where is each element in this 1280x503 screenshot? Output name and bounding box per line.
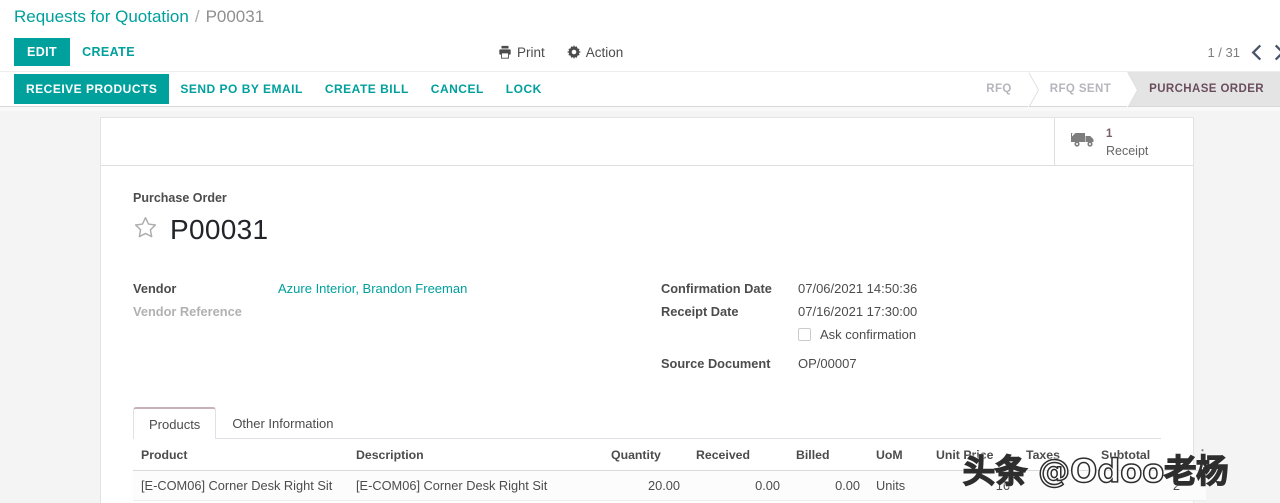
field-groups: Vendor Azure Interior, Brandon Freeman V… <box>133 277 1161 375</box>
field-receipt-date: Receipt Date 07/16/2021 17:30:00 <box>661 300 1161 323</box>
breadcrumb-current: P00031 <box>205 6 265 26</box>
record-type-label: Purchase Order <box>133 191 227 205</box>
field-confirmation-date-label: Confirmation Date <box>661 281 772 296</box>
column-subtotal: Subtotal <box>1093 439 1188 471</box>
edit-button[interactable]: EDIT <box>14 38 71 66</box>
action-menu[interactable]: Action <box>566 44 624 60</box>
control-panel: EDIT CREATE Print Action 1 / 31 <box>0 33 1280 71</box>
lock-button[interactable]: LOCK <box>495 75 553 103</box>
smart-button-box: 1 Receipt <box>101 118 1193 166</box>
column-quantity: Quantity <box>603 439 688 471</box>
ask-confirmation-checkbox[interactable] <box>798 328 811 341</box>
cell-taxes[interactable] <box>1018 470 1093 501</box>
cell-subtotal[interactable]: 2 <box>1093 470 1188 501</box>
order-lines-table: Product Description Quantity Received Bi… <box>133 439 1209 501</box>
field-ask-confirmation: Ask confirmation <box>661 323 1161 346</box>
cell-unit-price[interactable]: 16 <box>928 470 1018 501</box>
field-vendor-label: Vendor <box>133 281 177 296</box>
field-group-right: Confirmation Date 07/06/2021 14:50:36 Re… <box>647 277 1161 375</box>
workflow-stages: RFQ RFQ SENT PURCHASE ORDER <box>964 72 1280 108</box>
form-sheet: 1 Receipt Purchase Order P00031 Vendor A… <box>100 117 1209 503</box>
stage-rfq-sent[interactable]: RFQ SENT <box>1027 72 1139 108</box>
stage-purchase-order[interactable]: PURCHASE ORDER <box>1127 72 1280 106</box>
create-button[interactable]: CREATE <box>70 38 147 66</box>
ask-confirmation-label: Ask confirmation <box>820 327 917 342</box>
cell-billed[interactable]: 0.00 <box>788 470 868 501</box>
cell-options <box>1188 470 1206 501</box>
cell-product[interactable]: [E-COM06] Corner Desk Right Sit <box>133 470 348 501</box>
tab-products[interactable]: Products <box>133 407 217 439</box>
odoo-purchase-order-form: Requests for Quotation / P00031 EDIT CRE… <box>0 0 1280 503</box>
send-po-by-email-button[interactable]: SEND PO BY EMAIL <box>169 75 313 103</box>
control-panel-actions: Print Action <box>498 33 623 71</box>
field-source-document-value: OP/00007 <box>798 356 857 371</box>
field-vendor: Vendor Azure Interior, Brandon Freeman <box>133 277 647 300</box>
printer-icon <box>498 45 512 59</box>
column-billed: Billed <box>788 439 868 471</box>
gear-icon <box>566 45 581 59</box>
truck-icon <box>1071 130 1097 154</box>
cancel-button[interactable]: CANCEL <box>420 75 495 103</box>
cell-received[interactable]: 0.00 <box>688 470 788 501</box>
field-source-document-label: Source Document <box>661 356 771 371</box>
cell-description[interactable]: [E-COM06] Corner Desk Right Sit <box>348 470 603 501</box>
print-label: Print <box>517 44 545 60</box>
field-confirmation-date-value: 07/06/2021 14:50:36 <box>798 281 918 296</box>
notebook-tabs: Products Other Information <box>133 406 1161 439</box>
page-title: P00031 <box>170 214 269 245</box>
pager-previous-button[interactable] <box>1250 44 1263 61</box>
table-row[interactable]: [E-COM06] Corner Desk Right Sit [E-COM06… <box>133 470 1206 501</box>
field-vendor-value[interactable]: Azure Interior, Brandon Freeman <box>278 281 467 296</box>
print-menu[interactable]: Print <box>498 45 545 60</box>
receipt-smart-button[interactable]: 1 Receipt <box>1054 118 1193 165</box>
stage-rfq[interactable]: RFQ <box>964 72 1040 108</box>
action-label: Action <box>585 44 624 60</box>
star-outline-icon[interactable] <box>133 215 158 245</box>
column-unit-price: Unit Price <box>928 439 1018 471</box>
field-confirmation-date: Confirmation Date 07/06/2021 14:50:36 <box>661 277 1161 300</box>
field-receipt-date-value: 07/16/2021 17:30:00 <box>798 304 918 319</box>
column-uom: UoM <box>868 439 928 471</box>
field-vendor-reference: Vendor Reference <box>133 300 647 323</box>
pager: 1 / 31 <box>1207 33 1280 71</box>
receipt-count: 1 <box>1106 127 1113 140</box>
vertical-dots-icon[interactable]: ⋮ <box>1196 447 1209 462</box>
table-header-row: Product Description Quantity Received Bi… <box>133 439 1209 471</box>
breadcrumb: Requests for Quotation / P00031 <box>0 0 1280 33</box>
pager-count: 1 / 31 <box>1207 44 1240 60</box>
receive-products-button[interactable]: RECEIVE PRODUCTS <box>14 74 170 104</box>
pager-next-button[interactable] <box>1273 44 1280 61</box>
column-description: Description <box>348 439 603 471</box>
optional-columns-toggle[interactable]: ⋮ <box>1188 439 1209 471</box>
field-vendor-reference-label: Vendor Reference <box>133 304 242 319</box>
field-receipt-date-label: Receipt Date <box>661 304 739 319</box>
tab-other-information[interactable]: Other Information <box>216 407 349 439</box>
breadcrumb-separator: / <box>194 6 200 26</box>
breadcrumb-parent-link[interactable]: Requests for Quotation <box>14 7 189 27</box>
cell-uom[interactable]: Units <box>868 470 928 501</box>
field-group-left: Vendor Azure Interior, Brandon Freeman V… <box>133 277 647 375</box>
column-product: Product <box>133 439 348 471</box>
column-received: Received <box>688 439 788 471</box>
create-bill-button[interactable]: CREATE BILL <box>314 75 420 103</box>
cell-quantity[interactable]: 20.00 <box>603 470 688 501</box>
notebook: Products Other Information Product Descr… <box>133 406 1209 501</box>
field-source-document: Source Document OP/00007 <box>661 352 1161 375</box>
status-bar: RECEIVE PRODUCTS SEND PO BY EMAIL CREATE… <box>0 71 1280 108</box>
receipt-label: Receipt <box>1106 143 1149 158</box>
column-taxes: Taxes <box>1018 439 1093 471</box>
